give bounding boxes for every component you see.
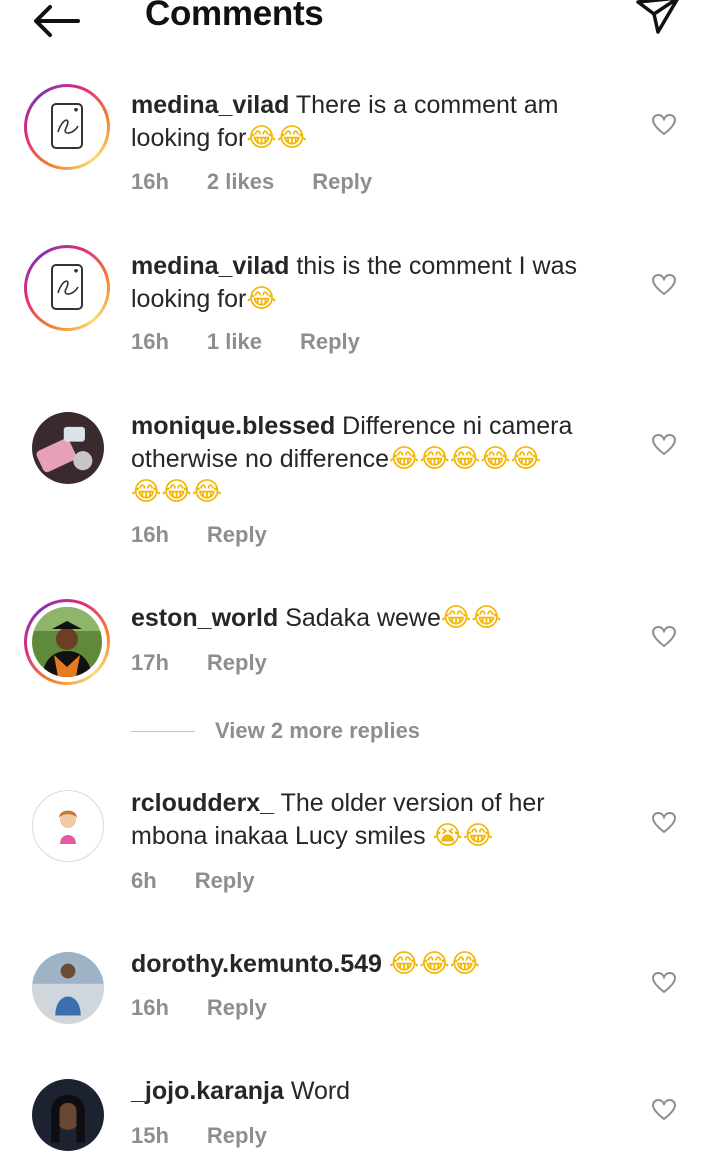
likes-count[interactable]: 2 likes bbox=[207, 169, 274, 194]
reply-button[interactable]: Reply bbox=[195, 868, 255, 893]
comment-time: 16h bbox=[131, 329, 169, 354]
photo-avatar-icon bbox=[32, 1079, 104, 1151]
heart-icon[interactable] bbox=[651, 113, 677, 137]
reply-button[interactable]: Reply bbox=[207, 522, 267, 547]
comment-time: 6h bbox=[131, 868, 157, 893]
avatar[interactable] bbox=[32, 1079, 104, 1151]
laughing-emoji-icon: 😂😂😂😂😂 bbox=[389, 443, 541, 473]
paper-plane-icon[interactable] bbox=[628, 0, 684, 40]
comment-meta: 15h Reply bbox=[131, 1123, 305, 1149]
comment-text: medina_vilad There is a comment am looki… bbox=[131, 89, 626, 155]
heart-icon[interactable] bbox=[651, 273, 677, 297]
heart-icon[interactable] bbox=[651, 1098, 677, 1122]
comment-meta: 16h Reply bbox=[131, 522, 305, 548]
view-more-replies[interactable]: View 2 more replies bbox=[131, 718, 531, 748]
comment-time: 16h bbox=[131, 169, 169, 194]
heart-icon[interactable] bbox=[651, 971, 677, 995]
comment-meta: 17h Reply bbox=[131, 650, 305, 676]
reply-button[interactable]: Reply bbox=[300, 329, 360, 354]
page-title: Comments bbox=[145, 0, 324, 33]
avatar[interactable] bbox=[32, 412, 104, 484]
comment-text: rcloudderx_ The older version of her mbo… bbox=[131, 787, 626, 853]
back-arrow-icon[interactable] bbox=[30, 2, 82, 40]
divider-line bbox=[131, 731, 195, 732]
photo-avatar-icon bbox=[32, 412, 104, 484]
comment-username[interactable]: monique.blessed bbox=[131, 412, 335, 440]
comment-text: dorothy.kemunto.549 😂😂😂 bbox=[131, 948, 626, 981]
reply-button[interactable]: Reply bbox=[207, 650, 267, 675]
comment-text: eston_world Sadaka wewe😂😂 bbox=[131, 602, 626, 635]
comment-meta: 6h Reply bbox=[131, 868, 293, 894]
heart-icon[interactable] bbox=[651, 625, 677, 649]
reply-button[interactable]: Reply bbox=[207, 995, 267, 1020]
laughing-emoji-icon: 😂😂 bbox=[246, 122, 308, 152]
comment-time: 16h bbox=[131, 995, 169, 1020]
comment-username[interactable]: _jojo.karanja bbox=[131, 1077, 284, 1105]
avatar[interactable] bbox=[24, 84, 110, 170]
reply-button[interactable]: Reply bbox=[312, 169, 372, 194]
cartoon-avatar-icon bbox=[34, 792, 102, 860]
laughing-emoji-icon: 😂 bbox=[246, 283, 277, 313]
comment-text: medina_vilad this is the comment I was l… bbox=[131, 250, 626, 316]
comment-body: Word bbox=[290, 1077, 351, 1105]
comment-username[interactable]: medina_vilad bbox=[131, 252, 289, 280]
comment-time: 16h bbox=[131, 522, 169, 547]
comment-username[interactable]: dorothy.kemunto.549 bbox=[131, 950, 382, 978]
laughing-emoji-icon: 😂😂😂 bbox=[131, 476, 223, 506]
photo-avatar-icon bbox=[32, 952, 104, 1024]
laughing-emoji-icon: 😂😂😂 bbox=[388, 948, 481, 978]
comment-text: _jojo.karanja Word bbox=[131, 1075, 626, 1108]
comment-time: 17h bbox=[131, 650, 169, 675]
comment-time: 15h bbox=[131, 1123, 169, 1148]
avatar[interactable] bbox=[32, 952, 104, 1024]
comment-body: Sadaka wewe bbox=[285, 604, 441, 632]
photo-avatar-icon bbox=[32, 607, 102, 677]
avatar[interactable] bbox=[24, 245, 110, 331]
header: Comments bbox=[0, 0, 720, 48]
laughing-emoji-icon: 😂😂 bbox=[440, 602, 502, 632]
likes-count[interactable]: 1 like bbox=[207, 329, 262, 354]
comment-text: monique.blessed Difference ni camera oth… bbox=[131, 410, 626, 509]
heart-icon[interactable] bbox=[651, 433, 677, 457]
comment-username[interactable]: rcloudderx_ bbox=[131, 789, 274, 817]
comment-meta: 16h Reply bbox=[131, 995, 305, 1021]
signature-logo-avatar-icon bbox=[32, 253, 102, 323]
comment-username[interactable]: medina_vilad bbox=[131, 91, 289, 119]
reply-button[interactable]: Reply bbox=[207, 1123, 267, 1148]
signature-logo-avatar-icon bbox=[32, 92, 102, 162]
avatar[interactable] bbox=[24, 599, 110, 685]
comment-username[interactable]: eston_world bbox=[131, 604, 278, 632]
crying-laughing-emoji-icon: 😭😂 bbox=[432, 820, 494, 850]
avatar[interactable] bbox=[32, 790, 104, 862]
view-more-replies-label[interactable]: View 2 more replies bbox=[215, 718, 420, 744]
heart-icon[interactable] bbox=[651, 811, 677, 835]
comment-meta: 16h 1 like Reply bbox=[131, 329, 398, 355]
comment-meta: 16h 2 likes Reply bbox=[131, 169, 410, 195]
